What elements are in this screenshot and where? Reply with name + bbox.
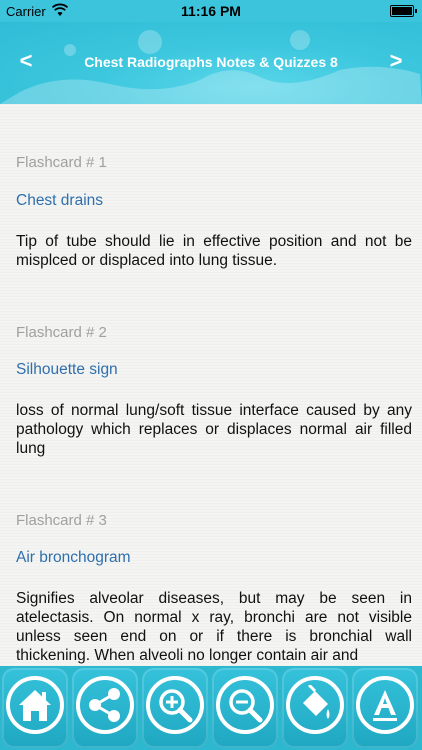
flashcard-number: Flashcard # 1 — [16, 154, 107, 171]
clock: 11:16 PM — [181, 3, 241, 19]
home-icon — [19, 690, 51, 721]
share-button[interactable] — [72, 668, 138, 748]
paint-bucket-icon — [303, 685, 330, 719]
flashcard-2: Flashcard # 2 Silhouette sign loss of no… — [16, 324, 412, 474]
flashcard-title: Air bronchogram — [16, 549, 131, 566]
flashcard-title: Silhouette sign — [16, 361, 118, 378]
battery-icon — [390, 5, 417, 17]
theme-color-button[interactable] — [282, 668, 348, 748]
flashcard-title: Chest drains — [16, 192, 104, 209]
flashcard-list[interactable]: Flashcard # 1 Chest drains Tip of tube s… — [0, 104, 422, 666]
back-button[interactable]: < — [12, 48, 40, 76]
zoom-out-icon — [229, 689, 263, 723]
font-settings-button[interactable] — [352, 668, 418, 748]
flashcard-3: Flashcard # 3 Air bronchogram Signifies … — [16, 512, 412, 666]
zoom-out-button[interactable] — [212, 668, 278, 748]
share-icon — [89, 688, 120, 722]
forward-button[interactable]: > — [382, 48, 410, 76]
flashcard-number: Flashcard # 2 — [16, 324, 107, 341]
flashcard-1: Flashcard # 1 Chest drains Tip of tube s… — [16, 154, 412, 294]
bottom-toolbar — [0, 666, 422, 750]
nav-bar: < Chest Radiographs Notes & Quizzes 8 > — [0, 22, 422, 104]
status-bar: Carrier 11:16 PM — [0, 0, 422, 22]
flashcard-body: Signifies alveolar diseases, but may be … — [16, 590, 412, 664]
zoom-in-icon — [159, 689, 193, 723]
font-icon — [373, 690, 397, 721]
home-button[interactable] — [2, 668, 68, 748]
zoom-in-button[interactable] — [142, 668, 208, 748]
page-title: Chest Radiographs Notes & Quizzes 8 — [84, 54, 338, 70]
flashcard-number: Flashcard # 3 — [16, 512, 107, 529]
flashcard-body: Tip of tube should lie in effective posi… — [16, 233, 412, 269]
flashcard-body: loss of normal lung/soft tissue interfac… — [16, 402, 412, 457]
